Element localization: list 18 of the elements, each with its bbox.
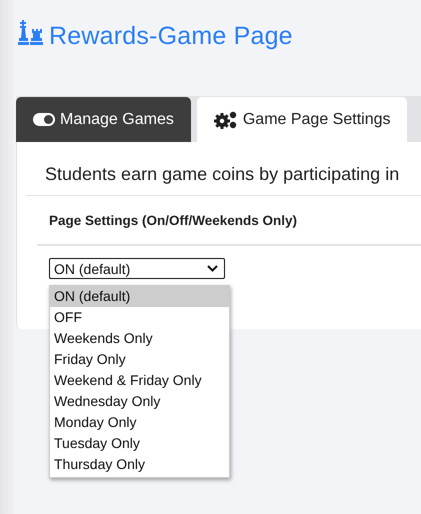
page-title: Rewards-Game Page <box>49 22 293 50</box>
gears-icon <box>214 110 238 128</box>
caret-icon <box>207 265 218 272</box>
dropdown-option[interactable]: Weekends Only <box>50 328 229 349</box>
dropdown-option[interactable]: ON (default) <box>50 286 229 307</box>
tab[interactable]: Game Page Settings <box>196 97 408 142</box>
dropdown-option[interactable]: Weekend & Friday Only <box>50 370 229 391</box>
dropdown-option[interactable]: Friday Only <box>50 349 229 370</box>
setting-label: Page Settings (On/Off/Weekends Only) <box>49 212 298 228</box>
select-field[interactable]: ON (default) <box>49 258 225 279</box>
dropdown-option[interactable]: Wednesday Only <box>50 391 229 412</box>
toggle-icon <box>33 113 55 126</box>
intro-text: Students earn game coins by participating in <box>26 142 421 196</box>
tab[interactable]: Manage Games <box>16 97 191 142</box>
dropdown-option[interactable]: Thursday Only <box>50 454 229 475</box>
dropdown-option[interactable]: Monday Only <box>50 412 229 433</box>
dropdown-option[interactable]: Tuesday Only <box>50 433 229 454</box>
dropdown-option[interactable]: OFF <box>50 307 229 328</box>
